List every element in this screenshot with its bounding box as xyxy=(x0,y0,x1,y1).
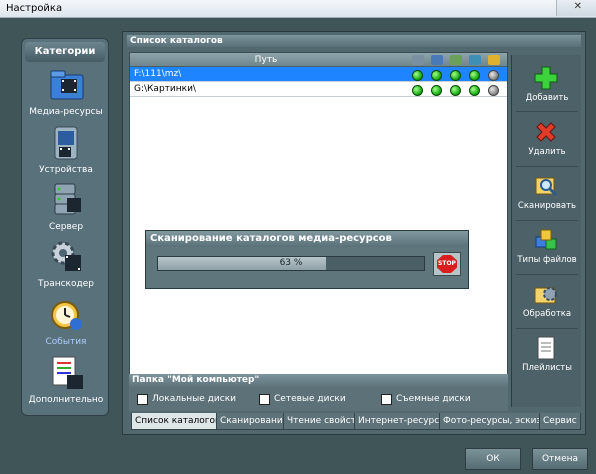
device-icon xyxy=(54,126,78,160)
delete-button[interactable]: Удалить xyxy=(512,113,582,165)
tab-service[interactable]: Сервис xyxy=(539,413,581,430)
image-column-icon[interactable] xyxy=(450,55,462,65)
category-devices[interactable]: Устройства xyxy=(22,125,110,177)
status-green-icon[interactable] xyxy=(431,85,442,96)
tab-reading-properties[interactable]: Чтение свойств xyxy=(283,413,366,430)
processing-label: Обработка xyxy=(522,309,572,319)
toolbar-separator xyxy=(516,111,578,112)
title-bar: Настройка ✕ xyxy=(0,0,596,18)
ok-button[interactable]: ОК xyxy=(465,448,521,470)
file-types-label: Типы файлов xyxy=(517,255,577,265)
category-panel: Категории Медиа-ресурсы Устройства Серве… xyxy=(21,38,109,416)
video-column-icon[interactable] xyxy=(431,55,443,65)
processing-button[interactable]: Обработка xyxy=(512,275,582,327)
add-button[interactable]: Добавить xyxy=(512,59,582,111)
my-computer-title: Папка "Мой компьютер" xyxy=(129,374,508,387)
scan-button[interactable]: Сканировать xyxy=(512,167,582,219)
category-header: Категории xyxy=(25,42,105,62)
media-folder-icon xyxy=(50,70,84,100)
category-extras[interactable]: Дополнительно xyxy=(22,355,110,407)
scan-progress-dialog: Сканирование каталогов медиа-ресурсов 63… xyxy=(145,230,469,289)
status-green-icon[interactable] xyxy=(412,70,423,81)
checkbox-box[interactable] xyxy=(381,394,392,405)
processing-folder-gear-icon xyxy=(534,287,557,304)
catalog-list[interactable]: Путь F:\111\mz\ G:\Картинки\ Сканировани… xyxy=(129,52,508,404)
plus-icon xyxy=(534,66,558,90)
category-label: Устройства xyxy=(39,165,93,175)
add-label: Добавить xyxy=(525,93,569,103)
status-green-icon[interactable] xyxy=(412,85,423,96)
status-green-icon[interactable] xyxy=(469,70,480,81)
status-green-icon[interactable] xyxy=(469,85,480,96)
status-green-icon[interactable] xyxy=(450,70,461,81)
file-types-cubes-icon xyxy=(535,229,557,250)
checkbox-label: Локальные диски xyxy=(152,394,236,404)
server-icon xyxy=(54,183,81,215)
delete-label: Удалить xyxy=(528,147,566,157)
playlist-document-icon xyxy=(537,336,555,360)
scan-title: Сканирование каталогов медиа-ресурсов xyxy=(146,231,468,247)
table-row[interactable]: F:\111\mz\ xyxy=(130,67,507,82)
scan-progress-bar: 63 % xyxy=(157,256,425,271)
category-label: Дополнительно xyxy=(28,395,104,405)
category-label: Транскодер xyxy=(38,279,94,289)
section-title: Список каталогов xyxy=(127,35,581,47)
checkbox-box[interactable] xyxy=(137,394,148,405)
status-grey-icon[interactable] xyxy=(488,70,499,81)
progress-text: 63 % xyxy=(279,258,303,268)
window-title: Настройка xyxy=(6,3,63,14)
stop-button[interactable]: STOP xyxy=(433,252,461,276)
audio-column-icon[interactable] xyxy=(412,55,424,65)
status-green-icon[interactable] xyxy=(431,70,442,81)
delete-x-icon xyxy=(536,122,556,142)
tab-internet-resources[interactable]: Интернет-ресурсы xyxy=(354,413,451,430)
cancel-button[interactable]: Отмена xyxy=(532,448,588,470)
catalog-settings-panel: Список каталогов Путь F:\111\mz\ G:\Карт… xyxy=(122,31,586,435)
playlists-label: Плейлисты xyxy=(522,363,572,373)
category-label: Сервер xyxy=(48,222,84,232)
path-cell: F:\111\mz\ xyxy=(134,69,182,79)
extras-doc-icon xyxy=(52,356,83,389)
playlists-button[interactable]: Плейлисты xyxy=(512,329,582,381)
checkbox-box[interactable] xyxy=(259,394,270,405)
scan-magnifier-icon xyxy=(535,177,558,197)
catalog-toolbar: Добавить Удалить Сканировать Типы файлов… xyxy=(511,55,581,407)
table-row[interactable]: G:\Картинки\ xyxy=(130,82,507,97)
tab-scanning[interactable]: Сканирование xyxy=(216,413,293,430)
category-events[interactable]: События xyxy=(22,297,110,349)
category-label: Медиа-ресурсы xyxy=(29,107,103,117)
category-media[interactable]: Медиа-ресурсы xyxy=(22,67,110,119)
stop-icon: STOP xyxy=(437,255,457,273)
category-server[interactable]: Сервер xyxy=(22,182,110,234)
misc-column-icon[interactable] xyxy=(488,55,500,65)
column-path: Путь xyxy=(254,55,278,65)
scan-label: Сканировать xyxy=(517,201,577,211)
category-transcoder[interactable]: Транскодер xyxy=(22,239,110,291)
internet-column-icon[interactable] xyxy=(469,55,481,65)
my-computer-group: Папка "Мой компьютер" Локальные диски Се… xyxy=(129,374,508,411)
category-label: События xyxy=(45,337,87,347)
transcoder-gear-icon xyxy=(51,241,81,271)
close-button[interactable]: ✕ xyxy=(556,0,596,16)
path-cell: G:\Картинки\ xyxy=(134,84,196,94)
events-clock-icon xyxy=(51,301,82,330)
checkbox-label: Сетевые диски xyxy=(274,394,346,404)
file-types-button[interactable]: Типы файлов xyxy=(512,221,582,273)
close-icon: ✕ xyxy=(573,1,582,12)
tab-catalog-list[interactable]: Список каталогов xyxy=(131,413,225,430)
settings-tabs: Список каталогов Сканирование Чтение сво… xyxy=(127,413,583,431)
checkbox-label: Съемные диски xyxy=(396,394,471,404)
list-header: Путь xyxy=(130,53,507,67)
status-green-icon[interactable] xyxy=(450,85,461,96)
status-grey-icon[interactable] xyxy=(488,85,499,96)
tab-photo-resources[interactable]: Фото-ресурсы, эскизы xyxy=(439,413,553,430)
